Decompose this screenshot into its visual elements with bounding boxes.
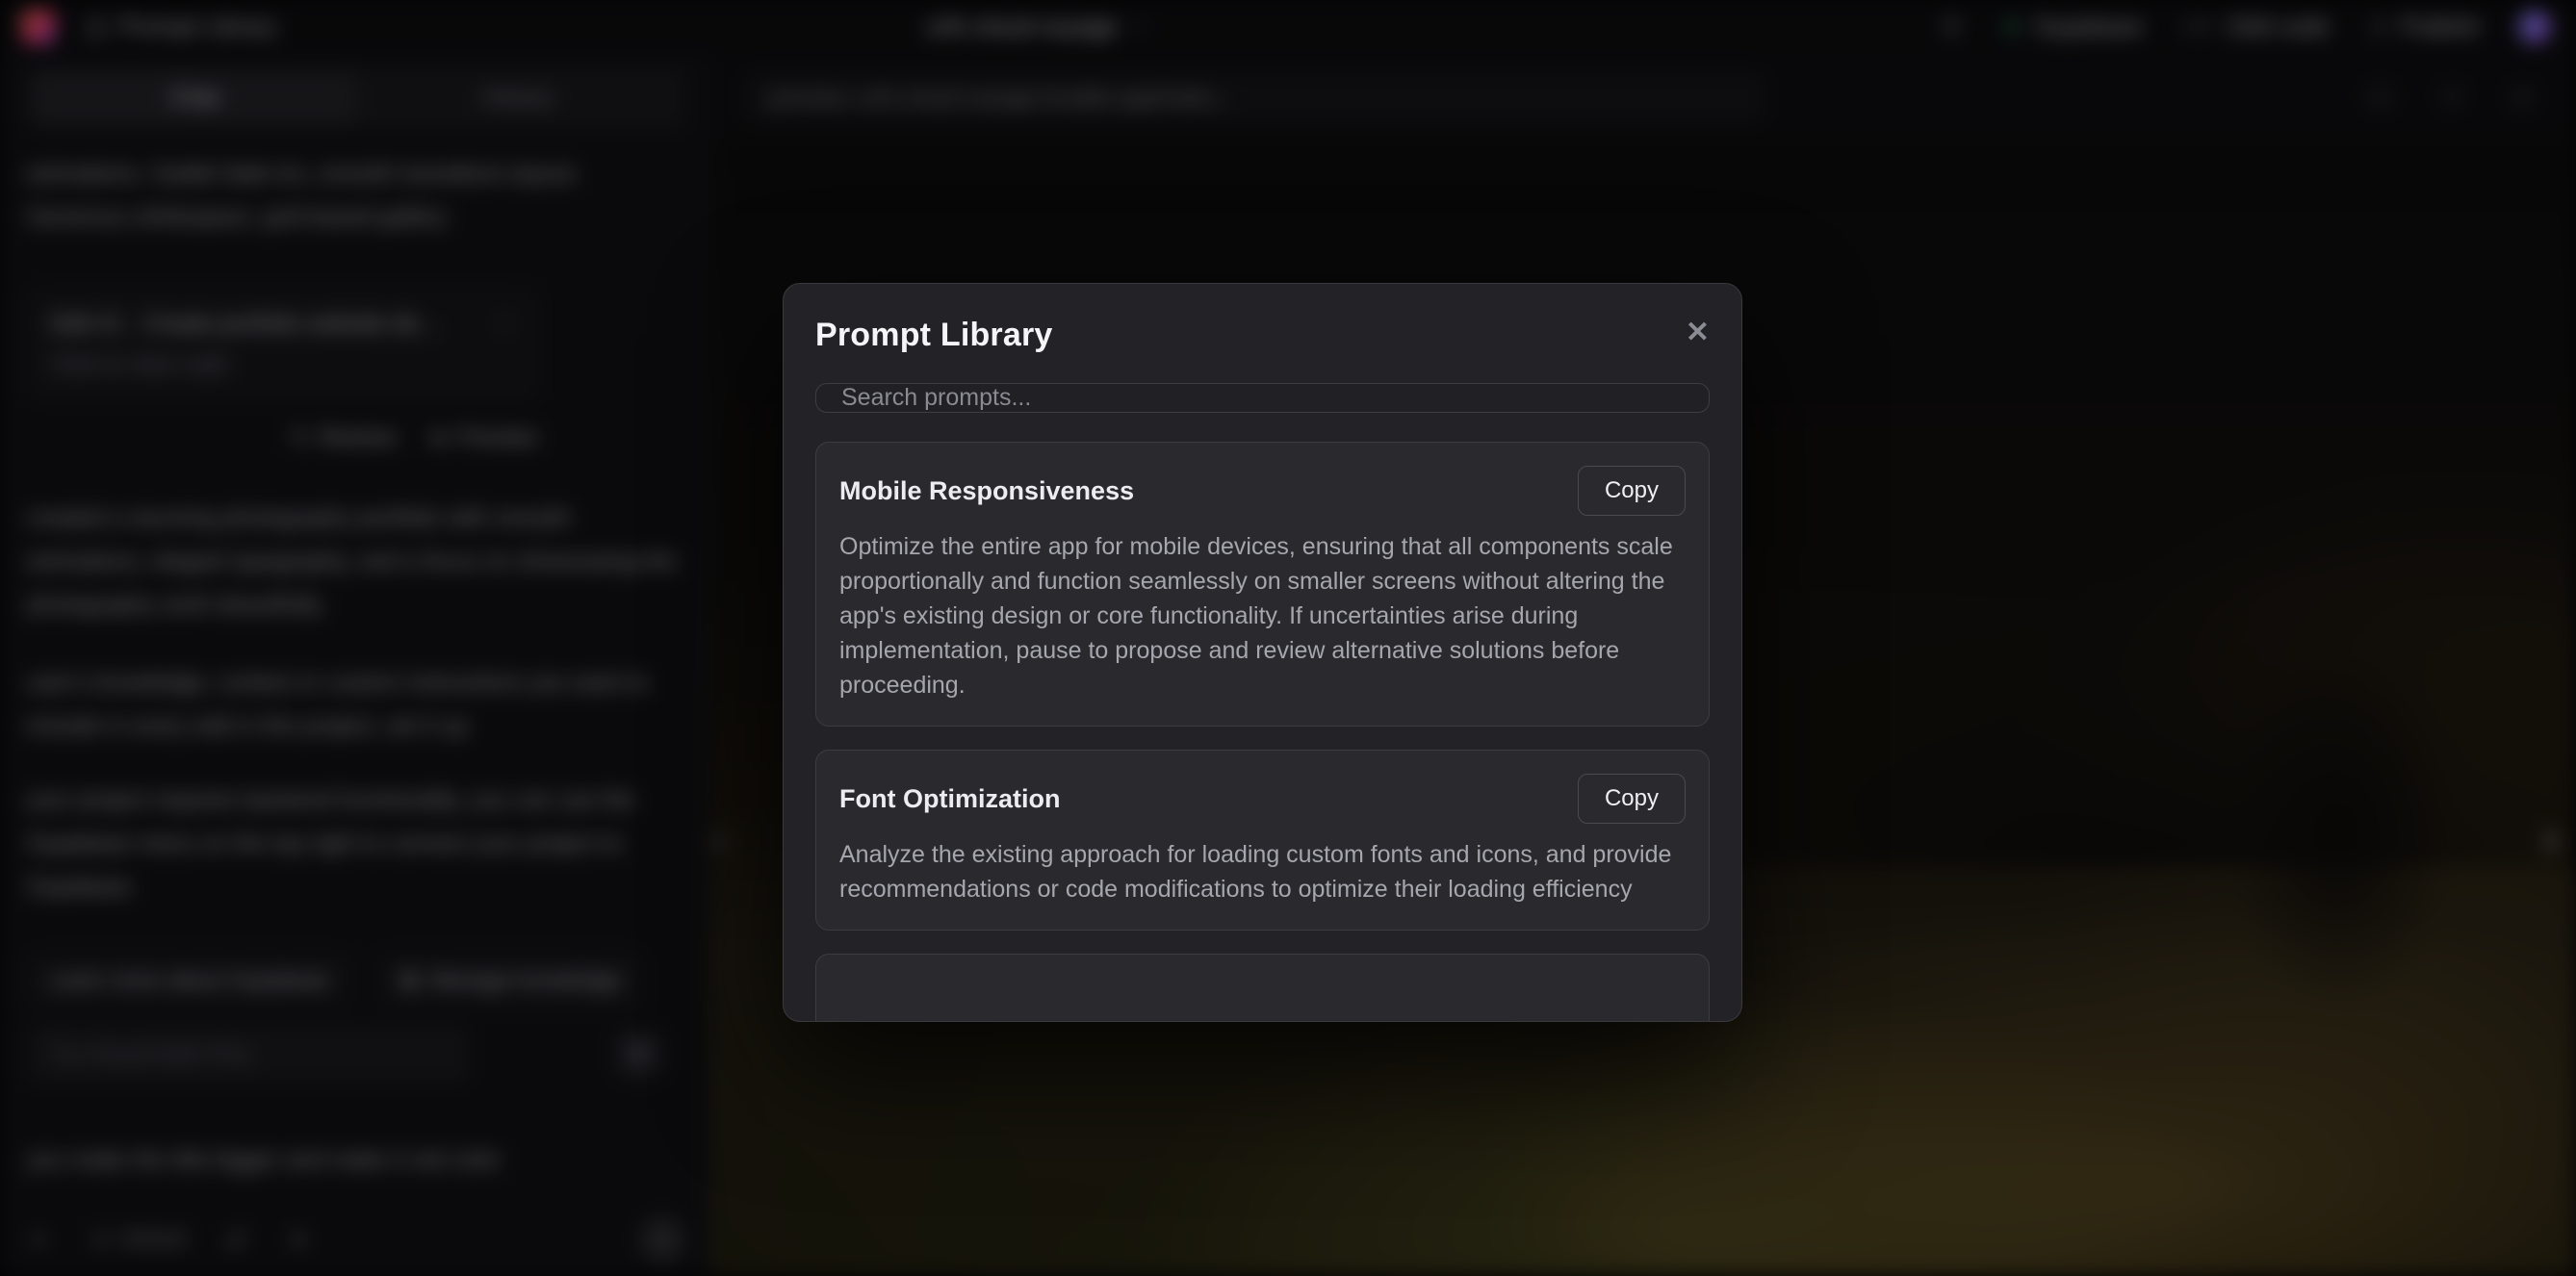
prompt-description: Optimize the entire app for mobile devic… [839,529,1686,702]
copy-button[interactable]: Copy [1578,774,1686,824]
prompt-card-partial [815,954,1710,1022]
prompt-card: Mobile Responsiveness Copy Optimize the … [815,442,1710,727]
copy-button[interactable]: Copy [1578,466,1686,516]
close-icon[interactable]: ✕ [1686,319,1710,347]
search-input[interactable] [815,383,1710,413]
prompt-description: Analyze the existing approach for loadin… [839,837,1686,906]
prompt-library-modal: Prompt Library ✕ Mobile Responsiveness C… [783,283,1742,1022]
prompt-list: Mobile Responsiveness Copy Optimize the … [815,442,1710,1022]
modal-title: Prompt Library [815,317,1053,354]
prompt-title: Font Optimization [839,784,1060,814]
prompt-card: Font Optimization Copy Analyze the exist… [815,750,1710,931]
prompt-title: Mobile Responsiveness [839,476,1134,506]
